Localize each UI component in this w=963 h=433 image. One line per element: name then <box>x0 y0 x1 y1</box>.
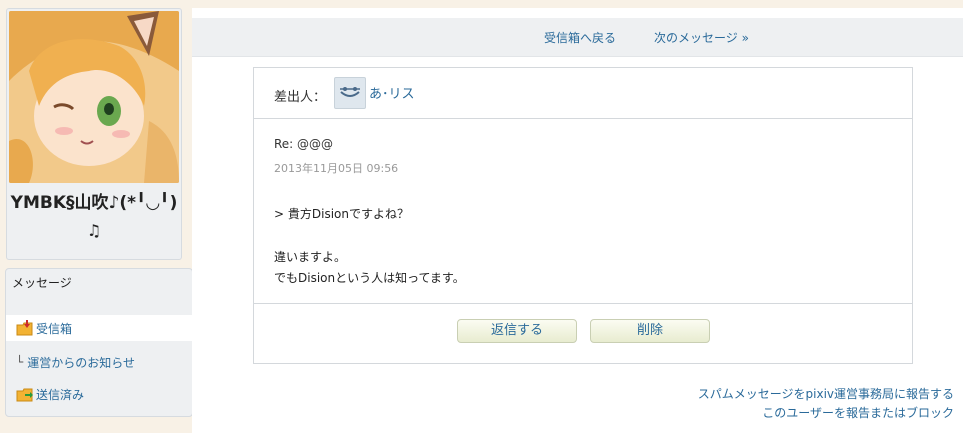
avatar-illustration <box>9 11 179 183</box>
sender-label: 差出人： <box>274 90 327 105</box>
sender-avatar[interactable] <box>334 77 366 109</box>
sidebar-item-inbox[interactable]: 受信箱 <box>6 315 192 341</box>
message-body-line: でもDisionという人は知ってます。 <box>274 271 465 285</box>
sent-folder-icon <box>16 386 36 402</box>
username: YMBK§山吹♪(*╹◡╹) ♫ <box>7 189 181 245</box>
reply-button[interactable]: 返信する <box>457 319 577 343</box>
profile-card: YMBK§山吹♪(*╹◡╹) ♫ <box>6 8 182 260</box>
sidebar-item-announcements[interactable]: └ 運営からのお知らせ <box>6 349 192 375</box>
sidebar-item-label: 運営からのお知らせ <box>27 355 135 370</box>
report-user-link[interactable]: このユーザーを報告またはブロック <box>762 404 954 421</box>
message-nav-bar: 受信箱へ戻る 次のメッセージ » <box>192 18 963 57</box>
username-line1: YMBK§山吹♪(*╹◡╹) <box>10 193 178 213</box>
report-spam-link[interactable]: スパムメッセージをpixiv運営事務局に報告する <box>698 385 954 402</box>
message-box: 差出人： あ･リス Re: @@@ 2013年11月05日 09:56 > 貴方… <box>253 67 913 364</box>
user-avatar[interactable] <box>9 11 179 183</box>
delete-button[interactable]: 削除 <box>590 319 710 343</box>
message-date: 2013年11月05日 09:56 <box>274 162 399 175</box>
message-subject: Re: @@@ <box>274 137 334 151</box>
inbox-folder-icon <box>16 320 36 336</box>
sub-item-marker: └ <box>16 355 24 369</box>
sidebar-item-sent[interactable]: 送信済み <box>6 381 192 407</box>
message-sidebar: メッセージ 受信箱 └ 運営からのお知らせ 送信済み <box>5 268 193 417</box>
sidebar-item-label: 受信箱 <box>36 321 73 336</box>
sender-name-link[interactable]: あ･リス <box>369 83 415 102</box>
message-body-line: 違いますよ。 <box>274 250 347 264</box>
message-quote-line: > 貴方Disionですよね？ <box>274 207 409 221</box>
next-message-link[interactable]: 次のメッセージ » <box>654 29 749 46</box>
sender-row: 差出人： あ･リス <box>254 68 912 119</box>
username-line2: ♫ <box>86 221 102 240</box>
sidebar-item-label: 送信済み <box>36 387 85 402</box>
sidebar-title: メッセージ <box>12 276 72 290</box>
message-actions: 返信する 削除 <box>254 303 912 364</box>
back-to-inbox-link[interactable]: 受信箱へ戻る <box>544 29 616 46</box>
